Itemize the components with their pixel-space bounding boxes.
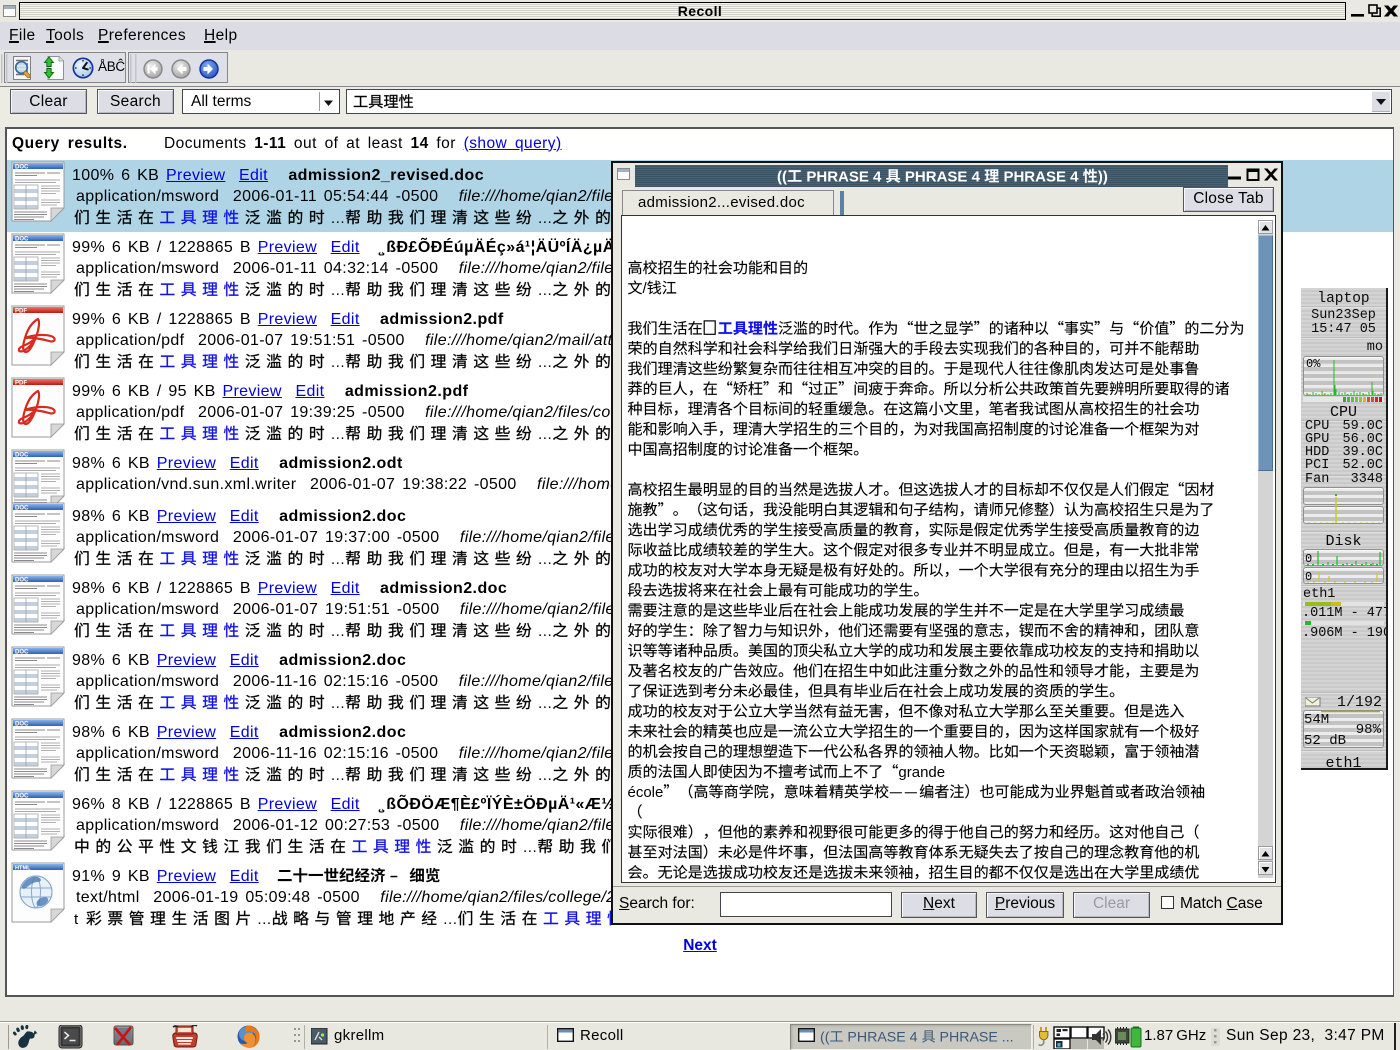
svg-text:DOC: DOC	[15, 506, 29, 512]
svg-text:DOC: DOC	[15, 722, 29, 728]
svg-text:)): ))	[1098, 169, 1108, 186]
svg-text:ÅBĈ: ÅBĈ	[98, 59, 125, 74]
svg-text:0: 0	[1305, 570, 1312, 584]
svg-text:DOC: DOC	[15, 650, 29, 656]
svg-text:DOC: DOC	[15, 794, 29, 800]
svg-text:DOC: DOC	[15, 578, 29, 584]
svg-text:0: 0	[1305, 552, 1312, 566]
svg-text:PHRASE ...: PHRASE ...	[940, 1030, 1014, 1046]
svg-text:PHRASE 4: PHRASE 4	[1003, 169, 1079, 186]
svg-text:((: ((	[820, 1030, 830, 1046]
svg-text:PHRASE 4: PHRASE 4	[806, 169, 882, 186]
svg-text:PHRASE 4: PHRASE 4	[847, 1030, 917, 1046]
svg-text:PHRASE 4: PHRASE 4	[905, 169, 981, 186]
svg-text:DOC: DOC	[15, 165, 29, 171]
svg-text:PDF: PDF	[15, 309, 27, 315]
svg-text:((: ((	[777, 169, 787, 186]
svg-text:HTML: HTML	[15, 866, 31, 872]
svg-text:DOC: DOC	[15, 453, 29, 459]
svg-text:0%: 0%	[1306, 357, 1321, 371]
svg-text:DOC: DOC	[15, 237, 29, 243]
svg-text:PDF: PDF	[15, 381, 27, 387]
